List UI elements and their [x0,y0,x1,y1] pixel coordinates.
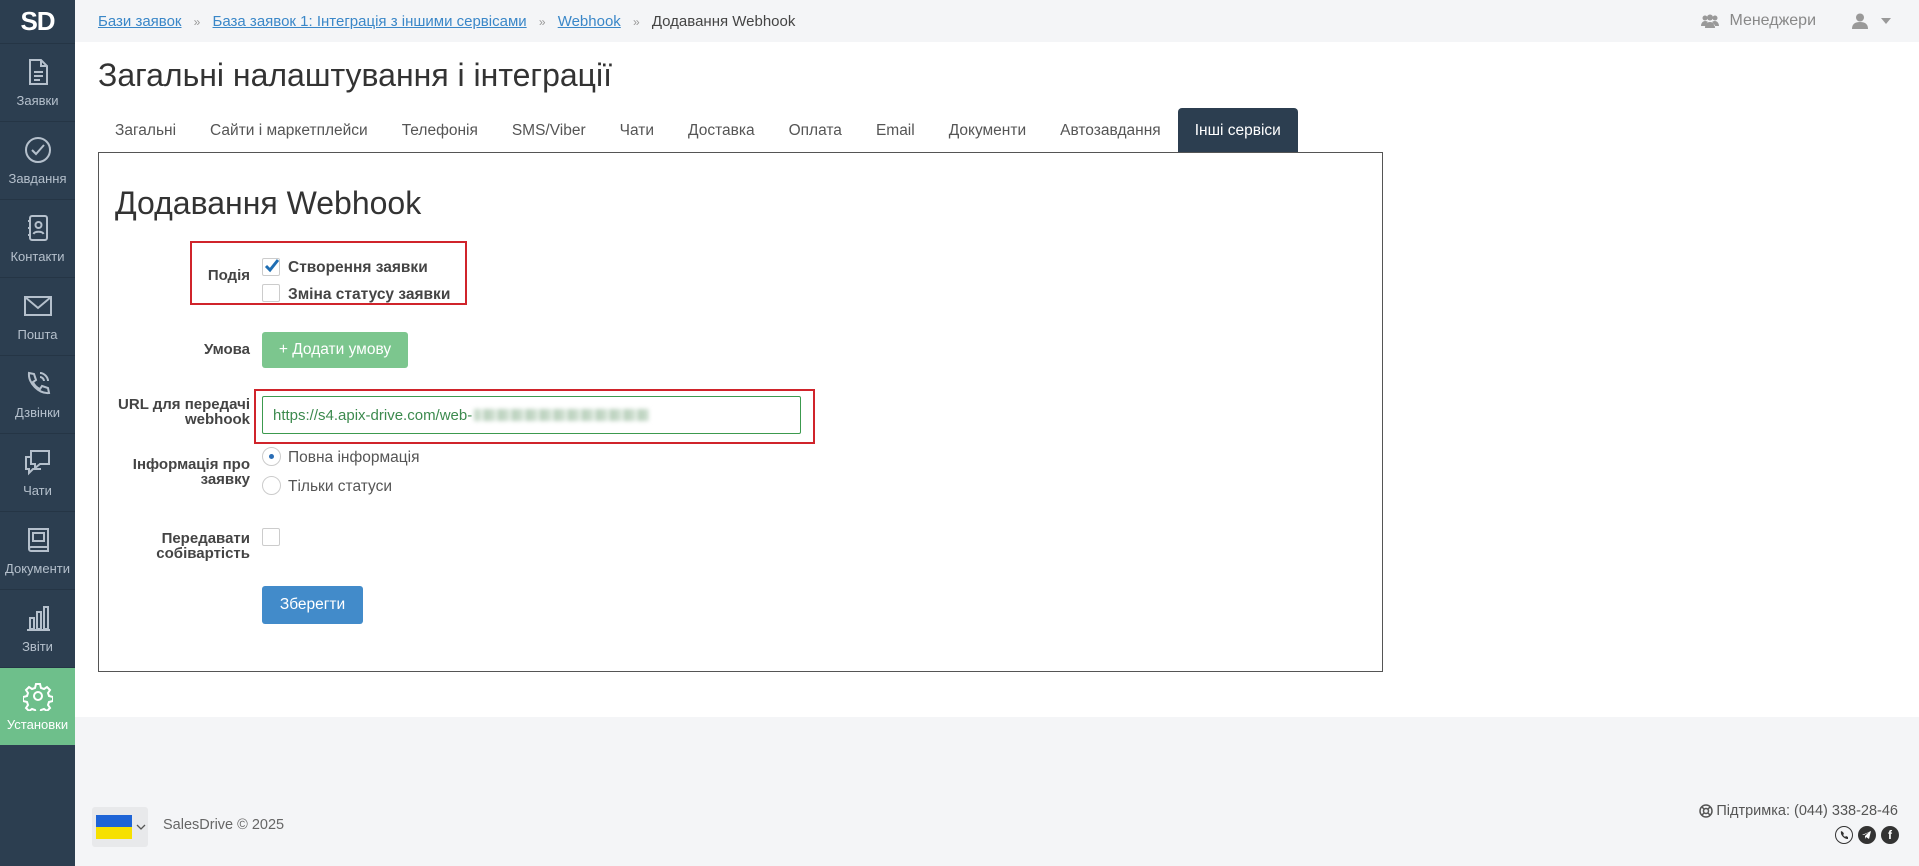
tab-email[interactable]: Email [859,108,932,153]
breadcrumb-current: Додавання Webhook [651,12,796,30]
info-radio-full-label[interactable]: Повна інформація [288,449,419,467]
tab-payment[interactable]: Оплата [772,108,859,153]
ukraine-flag-icon [96,815,132,839]
info-label-line2: заявку [200,471,250,488]
tab-documents[interactable]: Документи [932,108,1043,153]
tab-delivery[interactable]: Доставка [671,108,772,153]
sidebar-item-label: Контакти [10,249,65,264]
info-radio-status-only-label[interactable]: Тільки статуси [288,478,392,496]
main-content: Загальні налаштування і інтеграції Загал… [75,42,1919,717]
chat-icon [24,450,50,476]
cost-label-line2: собівартість [156,545,250,562]
viber-icon[interactable] [1835,826,1853,844]
webhook-url-value: https://s4.apix-drive.com/web- [273,406,473,424]
event-checkbox-create-order[interactable] [262,258,280,276]
url-label: URL для передачі webhook [99,397,250,427]
cost-label: Передавати собівартість [99,531,250,561]
facebook-icon[interactable]: f [1881,826,1899,844]
phone-icon [27,371,50,395]
mail-icon [23,296,52,316]
sidebar-item-label: Документи [5,561,70,576]
sidebar-item-label: Заявки [16,93,59,108]
sidebar-item-label: Чати [23,483,52,498]
checkmark-icon [264,259,280,273]
event-checkbox-status-change[interactable] [262,284,280,302]
support-text: Підтримка: (044) 338-28-46 [1716,803,1898,819]
sidebar-item-mail[interactable]: Пошта [0,277,75,355]
sidebar-item-orders[interactable]: Заявки [0,43,75,121]
webhook-form-panel: Додавання Webhook Подія Створення заявки… [98,152,1383,672]
user-menu[interactable] [1852,13,1891,29]
sidebar-item-label: Пошта [17,327,58,342]
header-actions: Менеджери [1701,0,1891,42]
tab-sites-marketplaces[interactable]: Сайти і маркетплейси [193,108,385,153]
breadcrumb-separator: » [538,14,546,29]
topbar: Бази заявок » База заявок 1: Інтеграція … [75,0,1919,42]
sidebar-item-calls[interactable]: Дзвінки [0,355,75,433]
sidebar-item-contacts[interactable]: Контакти [0,199,75,277]
chevron-down-icon [136,824,146,830]
form-title: Додавання Webhook [115,185,422,221]
gear-icon [22,683,53,711]
user-icon [1852,13,1868,29]
tab-telephony[interactable]: Телефонія [385,108,495,153]
check-circle-icon [24,137,51,163]
event-label: Подія [207,267,250,284]
social-links: f [1835,826,1899,844]
sidebar-item-reports[interactable]: Звіти [0,589,75,667]
tab-chats[interactable]: Чати [603,108,671,153]
page-title: Загальні налаштування і інтеграції [98,57,612,93]
breadcrumb-webhook[interactable]: Webhook [558,13,621,30]
cost-label-line1: Передавати [161,530,250,547]
sidebar-item-tasks[interactable]: Завдання [0,121,75,199]
add-condition-button[interactable]: + Додати умову [262,332,408,368]
managers-label: Менеджери [1729,12,1816,29]
copyright: SalesDrive © 2025 [163,817,285,833]
tab-sms-viber[interactable]: SMS/Viber [495,108,603,153]
sidebar-item-chats[interactable]: Чати [0,433,75,511]
contacts-icon [27,215,48,241]
condition-label: Умова [203,341,250,358]
sidebar-item-documents[interactable]: Документи [0,511,75,589]
info-radio-full[interactable] [262,447,281,466]
sidebar-item-settings[interactable]: Установки [0,667,75,745]
tab-autotasks[interactable]: Автозавдання [1043,108,1178,153]
breadcrumb-order-bases[interactable]: Бази заявок [98,13,182,30]
support-phone[interactable]: Підтримка: (044) 338-28-46 [1699,803,1898,819]
url-redacted-part [474,409,650,421]
caret-down-icon [1881,18,1891,24]
event-label-status-change[interactable]: Зміна статусу заявки [288,286,450,304]
cost-checkbox[interactable] [262,528,280,546]
app-logo[interactable]: SD [0,0,75,43]
breadcrumb-separator: » [193,14,201,29]
managers-link[interactable]: Менеджери [1701,12,1816,30]
bar-chart-icon [26,606,50,631]
lifebuoy-icon [1699,804,1714,818]
sidebar-item-label: Завдання [8,171,67,186]
breadcrumb-separator: » [632,14,640,29]
document-icon [28,59,48,85]
telegram-icon[interactable] [1858,826,1876,844]
info-label-line1: Інформація про [132,456,250,473]
info-radio-status-only[interactable] [262,476,281,495]
tab-other-services[interactable]: Інші сервіси [1177,108,1298,153]
book-icon [27,528,49,552]
settings-tabs: Загальні Сайти і маркетплейси Телефонія … [98,108,1298,153]
url-label-line2: webhook [184,411,250,428]
tab-general[interactable]: Загальні [98,108,193,153]
breadcrumb-order-base-1[interactable]: База заявок 1: Інтеграція з іншими серві… [213,13,527,30]
info-label: Інформація про заявку [99,457,250,487]
event-label-create-order[interactable]: Створення заявки [288,259,428,277]
sidebar: SD Заявки Завдання Контакти Пошта Дзвінк… [0,0,75,866]
footer: SalesDrive © 2025 Підтримка: (044) 338-2… [75,717,1919,866]
save-button[interactable]: Зберегти [262,586,363,624]
sidebar-item-label: Установки [6,717,69,732]
url-label-line1: URL для передачі [118,396,250,413]
sidebar-item-label: Дзвінки [14,405,61,420]
users-icon [1701,14,1720,28]
webhook-url-input[interactable]: https://s4.apix-drive.com/web- [262,396,801,434]
language-selector[interactable] [92,807,148,847]
breadcrumb: Бази заявок » База заявок 1: Інтеграція … [98,13,795,30]
sidebar-item-label: Звіти [22,639,53,654]
